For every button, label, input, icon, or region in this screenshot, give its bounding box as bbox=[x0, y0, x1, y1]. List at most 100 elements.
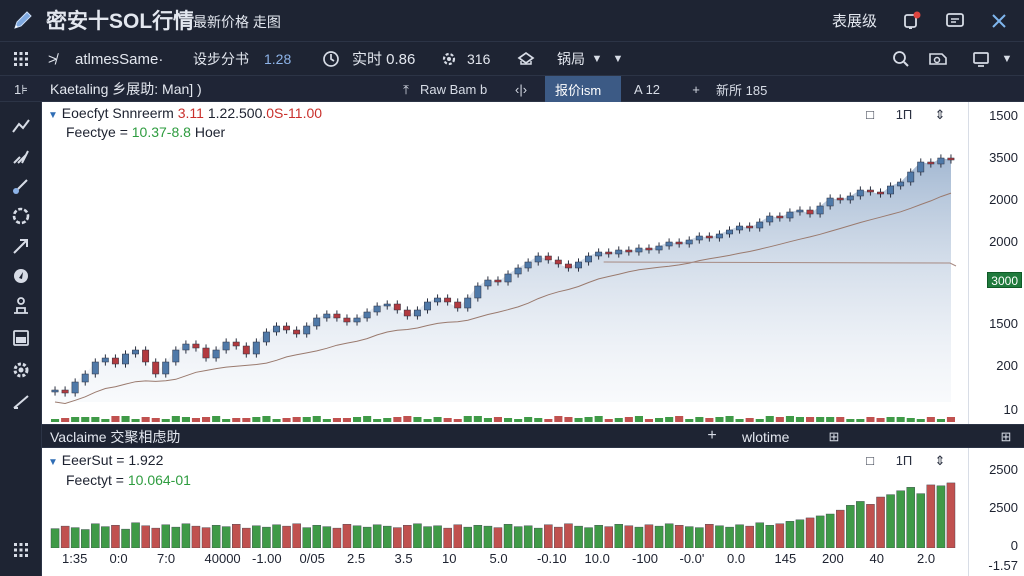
axis-tick: 0 bbox=[1010, 538, 1018, 553]
note-icon[interactable] bbox=[8, 326, 34, 350]
volume-bar bbox=[463, 526, 473, 548]
tab-compare[interactable]: ‹|› bbox=[505, 76, 537, 102]
interval-label[interactable]: 设步分书 bbox=[193, 52, 249, 66]
volume-bar bbox=[866, 504, 875, 548]
mini-volume-bar bbox=[413, 417, 422, 422]
bell-icon[interactable] bbox=[898, 8, 924, 34]
template-icon[interactable] bbox=[515, 49, 537, 69]
gear-icon[interactable] bbox=[8, 358, 34, 382]
monitor-icon[interactable] bbox=[970, 49, 992, 69]
indicator-count[interactable]: 316 bbox=[467, 52, 490, 66]
time-axis-label: 7:0 bbox=[157, 551, 176, 566]
brush-icon[interactable] bbox=[8, 174, 34, 198]
mini-volume-bar bbox=[322, 419, 331, 422]
resize-icon[interactable]: ⇕ bbox=[932, 106, 948, 122]
chevron-down-icon[interactable]: ▼ bbox=[590, 51, 604, 67]
chevron-down-icon-3[interactable]: ▼ bbox=[1000, 51, 1014, 67]
grid-menu-icon[interactable] bbox=[10, 49, 32, 69]
mini-volume-bar bbox=[171, 416, 180, 422]
time-axis[interactable]: 1:35 0:0 7:0 40000 -1.00 0/05 2.5 3.5 10 5.0 -0.10… bbox=[42, 548, 968, 576]
camera-icon[interactable] bbox=[926, 49, 950, 69]
axis-tick: 2500 bbox=[989, 462, 1018, 477]
trend-line-icon[interactable] bbox=[8, 114, 34, 138]
tab-quote[interactable]: 报价ism bbox=[545, 76, 621, 102]
pitchfork-icon[interactable] bbox=[8, 144, 34, 168]
mini-volume-bar bbox=[655, 418, 664, 422]
shapes-icon[interactable] bbox=[8, 204, 34, 228]
compass-icon[interactable] bbox=[8, 264, 34, 288]
close-icon[interactable] bbox=[986, 8, 1012, 34]
lower-pane-settings-icon[interactable]: 1П bbox=[894, 452, 914, 468]
candle bbox=[877, 191, 884, 195]
mini-volume-bar bbox=[383, 418, 392, 422]
candle bbox=[544, 255, 552, 261]
volume-bar bbox=[836, 509, 845, 548]
symbol-selector[interactable]: atlmesSame· bbox=[75, 52, 163, 67]
volume-bar bbox=[141, 525, 150, 548]
volume-bar bbox=[825, 513, 835, 548]
layout-selector[interactable]: 锅局 bbox=[557, 52, 585, 66]
candle bbox=[947, 157, 955, 161]
candle bbox=[91, 361, 99, 375]
candle bbox=[232, 341, 240, 347]
lower-maximize-icon[interactable]: □ bbox=[862, 452, 878, 468]
ruler-icon[interactable]: 1⊧ bbox=[10, 80, 32, 98]
time-axis-label: 1:35 bbox=[62, 551, 88, 566]
grid-settings-icon[interactable]: ⊞ bbox=[826, 428, 842, 444]
clock-icon[interactable] bbox=[320, 49, 342, 69]
mini-volume-bar bbox=[806, 417, 815, 422]
mini-volume-bar bbox=[906, 418, 915, 422]
realtime-label[interactable]: 实时 0.86 bbox=[352, 52, 415, 67]
mini-volume-bar bbox=[916, 419, 925, 422]
candle bbox=[413, 309, 421, 317]
tab-new[interactable]: 新所 185 bbox=[706, 76, 777, 102]
mini-volume-bar bbox=[735, 419, 744, 422]
time-axis-label: 0:0 bbox=[109, 551, 128, 566]
message-icon[interactable] bbox=[942, 8, 968, 34]
candle bbox=[333, 313, 341, 319]
volume-chart[interactable] bbox=[42, 448, 968, 548]
arrow-icon[interactable] bbox=[8, 234, 34, 258]
mini-volume-bar bbox=[81, 417, 90, 422]
search-icon[interactable] bbox=[890, 49, 912, 69]
tab-raw[interactable]: Raw Bam b bbox=[410, 76, 497, 102]
pane-settings-icon[interactable]: 1П bbox=[894, 106, 914, 122]
price-chart-pane[interactable]: ▼ Eoecfyt Snnreerm 3.11 1.22.500.0S-11.0… bbox=[42, 102, 968, 424]
lower-legend-ma-value: 10.064-01 bbox=[127, 472, 191, 488]
candle bbox=[182, 343, 190, 351]
time-axis-label: -100 bbox=[632, 551, 659, 566]
price-axis[interactable]: 1500 3500 2000 2000 3000 1500 200 10 bbox=[968, 102, 1024, 424]
line-tool-icon[interactable] bbox=[8, 390, 34, 414]
user-label[interactable]: 表展级 bbox=[832, 14, 877, 29]
candle bbox=[897, 181, 905, 187]
lower-resize-icon[interactable]: ⇕ bbox=[932, 452, 948, 468]
volume-bar bbox=[60, 525, 70, 548]
candle bbox=[222, 341, 230, 351]
chevron-down-icon-2[interactable]: ▼ bbox=[611, 51, 625, 67]
volume-bar bbox=[383, 525, 392, 548]
volume-bar bbox=[805, 517, 815, 548]
mini-volume-bar bbox=[332, 418, 341, 422]
measure-icon[interactable] bbox=[8, 294, 34, 318]
chart-settings-label[interactable]: Kaetaling 乡展助: Man] ) bbox=[50, 82, 202, 96]
volume-chart-pane[interactable]: ▼ EeerSut = 1.922 Feectyt = 10.064-01 □ … bbox=[42, 448, 968, 548]
grid-settings-icon-2[interactable]: ⊞ bbox=[998, 428, 1014, 444]
candle bbox=[575, 261, 582, 269]
price-chart[interactable] bbox=[42, 102, 968, 424]
apps-grid-icon[interactable] bbox=[8, 538, 34, 562]
pen-icon[interactable] bbox=[8, 8, 36, 34]
mini-volume-bar bbox=[363, 416, 372, 422]
tab-a12[interactable]: A 12 bbox=[624, 76, 670, 102]
volume-axis[interactable]: 2500 2500 0 -1.57 bbox=[968, 448, 1024, 576]
add-indicator-icon[interactable]: + bbox=[704, 428, 720, 444]
legend-collapse-icon[interactable]: ▼ bbox=[48, 110, 58, 121]
lower-legend-collapse-icon[interactable]: ▼ bbox=[48, 457, 58, 468]
maximize-icon[interactable]: □ bbox=[862, 106, 878, 122]
interval-value[interactable]: 1.28 bbox=[264, 52, 291, 66]
settings-icon[interactable] bbox=[438, 49, 460, 69]
plus-icon[interactable]: + bbox=[688, 81, 704, 97]
candle bbox=[534, 255, 542, 263]
mini-volume-bar bbox=[181, 417, 190, 422]
mini-volume-bar bbox=[896, 417, 905, 422]
volume-bar bbox=[211, 524, 221, 548]
